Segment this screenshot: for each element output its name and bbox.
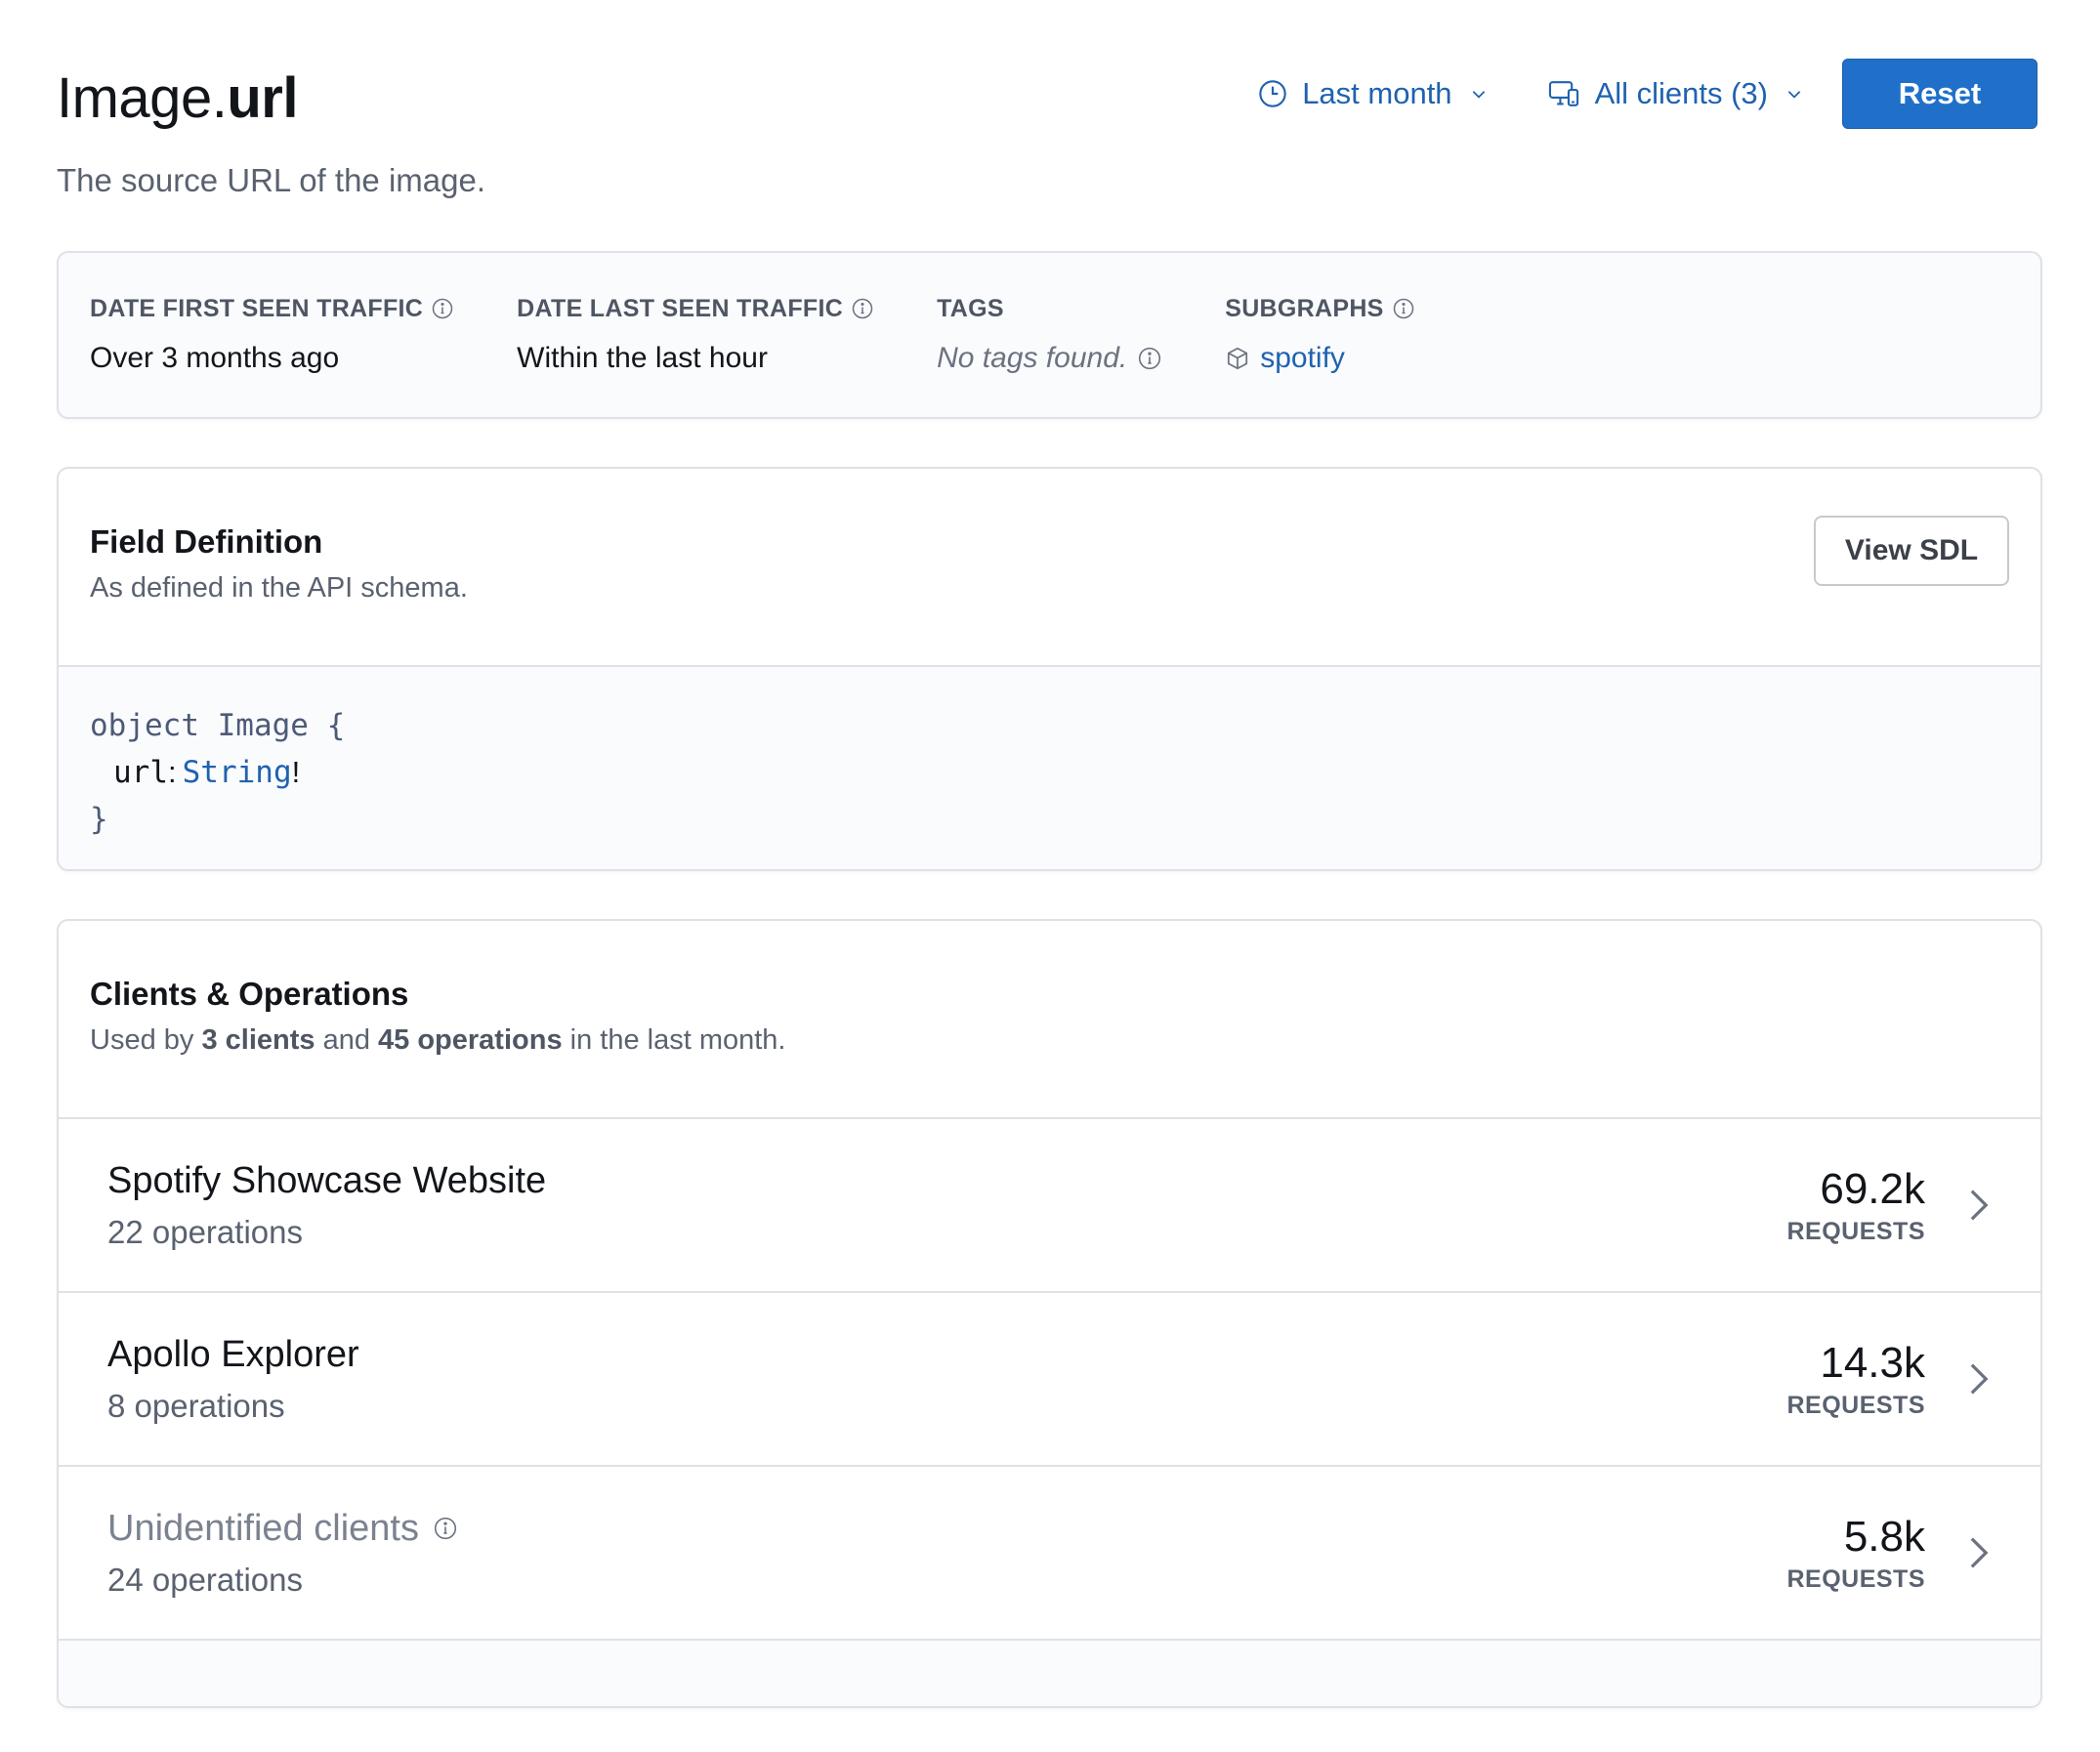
info-icon[interactable] bbox=[1392, 297, 1415, 320]
chevron-right-icon[interactable] bbox=[1968, 1188, 1990, 1223]
clients-operations-footer bbox=[59, 1641, 2040, 1706]
toolbar: Last month All clients (3) Reset bbox=[1257, 59, 2037, 129]
view-sdl-button[interactable]: View SDL bbox=[1814, 516, 2009, 586]
requests-label: REQUESTS bbox=[1786, 1564, 1925, 1593]
metadata-card: DATE FIRST SEEN TRAFFIC Over 3 months ag… bbox=[57, 251, 2042, 419]
code-non-null: ! bbox=[291, 755, 301, 789]
client-row[interactable]: Spotify Showcase Website 22 operations 6… bbox=[59, 1119, 2040, 1293]
field-name: url bbox=[227, 66, 298, 130]
last-seen-value: Within the last hour bbox=[517, 342, 768, 374]
requests-label: REQUESTS bbox=[1786, 1217, 1925, 1245]
sdl-code-block: object Image { url: String! } bbox=[59, 667, 2040, 869]
client-requests: 14.3k bbox=[1820, 1338, 1925, 1387]
tags-label: TAGS bbox=[937, 294, 1004, 322]
chevron-right-icon[interactable] bbox=[1968, 1535, 1990, 1570]
first-seen-label: DATE FIRST SEEN TRAFFIC bbox=[90, 294, 424, 322]
info-icon[interactable] bbox=[1137, 346, 1162, 371]
page-title: Image.url bbox=[57, 64, 298, 133]
info-icon[interactable] bbox=[851, 297, 874, 320]
info-icon[interactable] bbox=[431, 297, 454, 320]
cube-icon bbox=[1228, 347, 1248, 370]
client-row[interactable]: Apollo Explorer 8 operations 14.3k REQUE… bbox=[59, 1293, 2040, 1467]
subgraphs-section: SUBGRAPHS spotify bbox=[1225, 292, 1414, 417]
code-field-type[interactable]: String bbox=[183, 755, 292, 790]
operations-count: 45 operations bbox=[378, 1024, 563, 1056]
reset-button[interactable]: Reset bbox=[1842, 59, 2037, 129]
first-seen-value: Over 3 months ago bbox=[90, 342, 340, 374]
code-colon: : bbox=[168, 755, 177, 789]
tags-section: TAGS No tags found. bbox=[937, 292, 1162, 417]
client-row[interactable]: Unidentified clients 24 operations 5.8k … bbox=[59, 1467, 2040, 1641]
clients-operations-card: Clients & Operations Used by 3 clients a… bbox=[57, 919, 2042, 1708]
chevron-down-icon bbox=[1472, 91, 1485, 99]
subgraph-name: spotify bbox=[1260, 342, 1345, 374]
last-seen-label: DATE LAST SEEN TRAFFIC bbox=[517, 294, 844, 322]
code-line-closing: } bbox=[90, 802, 108, 837]
clients-operations-summary: Used by 3 clients and 45 operations in t… bbox=[90, 1024, 786, 1056]
info-icon[interactable] bbox=[433, 1516, 458, 1541]
field-definition-title: Field Definition bbox=[90, 523, 323, 560]
requests-label: REQUESTS bbox=[1786, 1391, 1925, 1419]
field-definition-description: As defined in the API schema. bbox=[90, 572, 468, 604]
client-requests: 5.8k bbox=[1843, 1512, 1925, 1561]
type-name: Image. bbox=[57, 66, 228, 130]
field-definition-header: Field Definition As defined in the API s… bbox=[59, 469, 2040, 667]
clock-icon bbox=[1259, 80, 1286, 107]
code-line-field: url: String! bbox=[90, 749, 2009, 796]
subgraphs-label: SUBGRAPHS bbox=[1225, 294, 1384, 322]
client-name: Spotify Showcase Website bbox=[107, 1159, 547, 1201]
chevron-down-icon bbox=[1787, 91, 1801, 99]
clients-filter-label: All clients (3) bbox=[1594, 76, 1768, 110]
time-range-label: Last month bbox=[1302, 76, 1452, 110]
client-operations: 8 operations bbox=[107, 1387, 285, 1424]
client-name: Apollo Explorer bbox=[107, 1333, 359, 1375]
clients-operations-title: Clients & Operations bbox=[90, 976, 409, 1012]
client-operations: 24 operations bbox=[107, 1561, 303, 1598]
first-seen-section: DATE FIRST SEEN TRAFFIC Over 3 months ag… bbox=[90, 292, 454, 417]
field-definition-card: Field Definition As defined in the API s… bbox=[57, 467, 2042, 871]
client-operations: 22 operations bbox=[107, 1213, 303, 1250]
page-description: The source URL of the image. bbox=[57, 162, 485, 198]
code-line-declaration: object Image { bbox=[90, 708, 346, 743]
subgraph-link[interactable]: spotify bbox=[1225, 339, 1414, 378]
last-seen-section: DATE LAST SEEN TRAFFIC Within the last h… bbox=[517, 292, 874, 417]
clients-operations-header: Clients & Operations Used by 3 clients a… bbox=[59, 921, 2040, 1119]
devices-icon bbox=[1548, 81, 1578, 106]
code-field-name: url bbox=[113, 755, 168, 790]
client-requests: 69.2k bbox=[1820, 1164, 1925, 1213]
clients-count: 3 clients bbox=[201, 1024, 315, 1056]
chevron-right-icon[interactable] bbox=[1968, 1361, 1990, 1397]
clients-filter-dropdown[interactable]: All clients (3) bbox=[1548, 76, 1803, 111]
client-name: Unidentified clients bbox=[107, 1507, 419, 1549]
time-range-dropdown[interactable]: Last month bbox=[1257, 76, 1487, 111]
tags-value: No tags found. bbox=[937, 342, 1128, 374]
